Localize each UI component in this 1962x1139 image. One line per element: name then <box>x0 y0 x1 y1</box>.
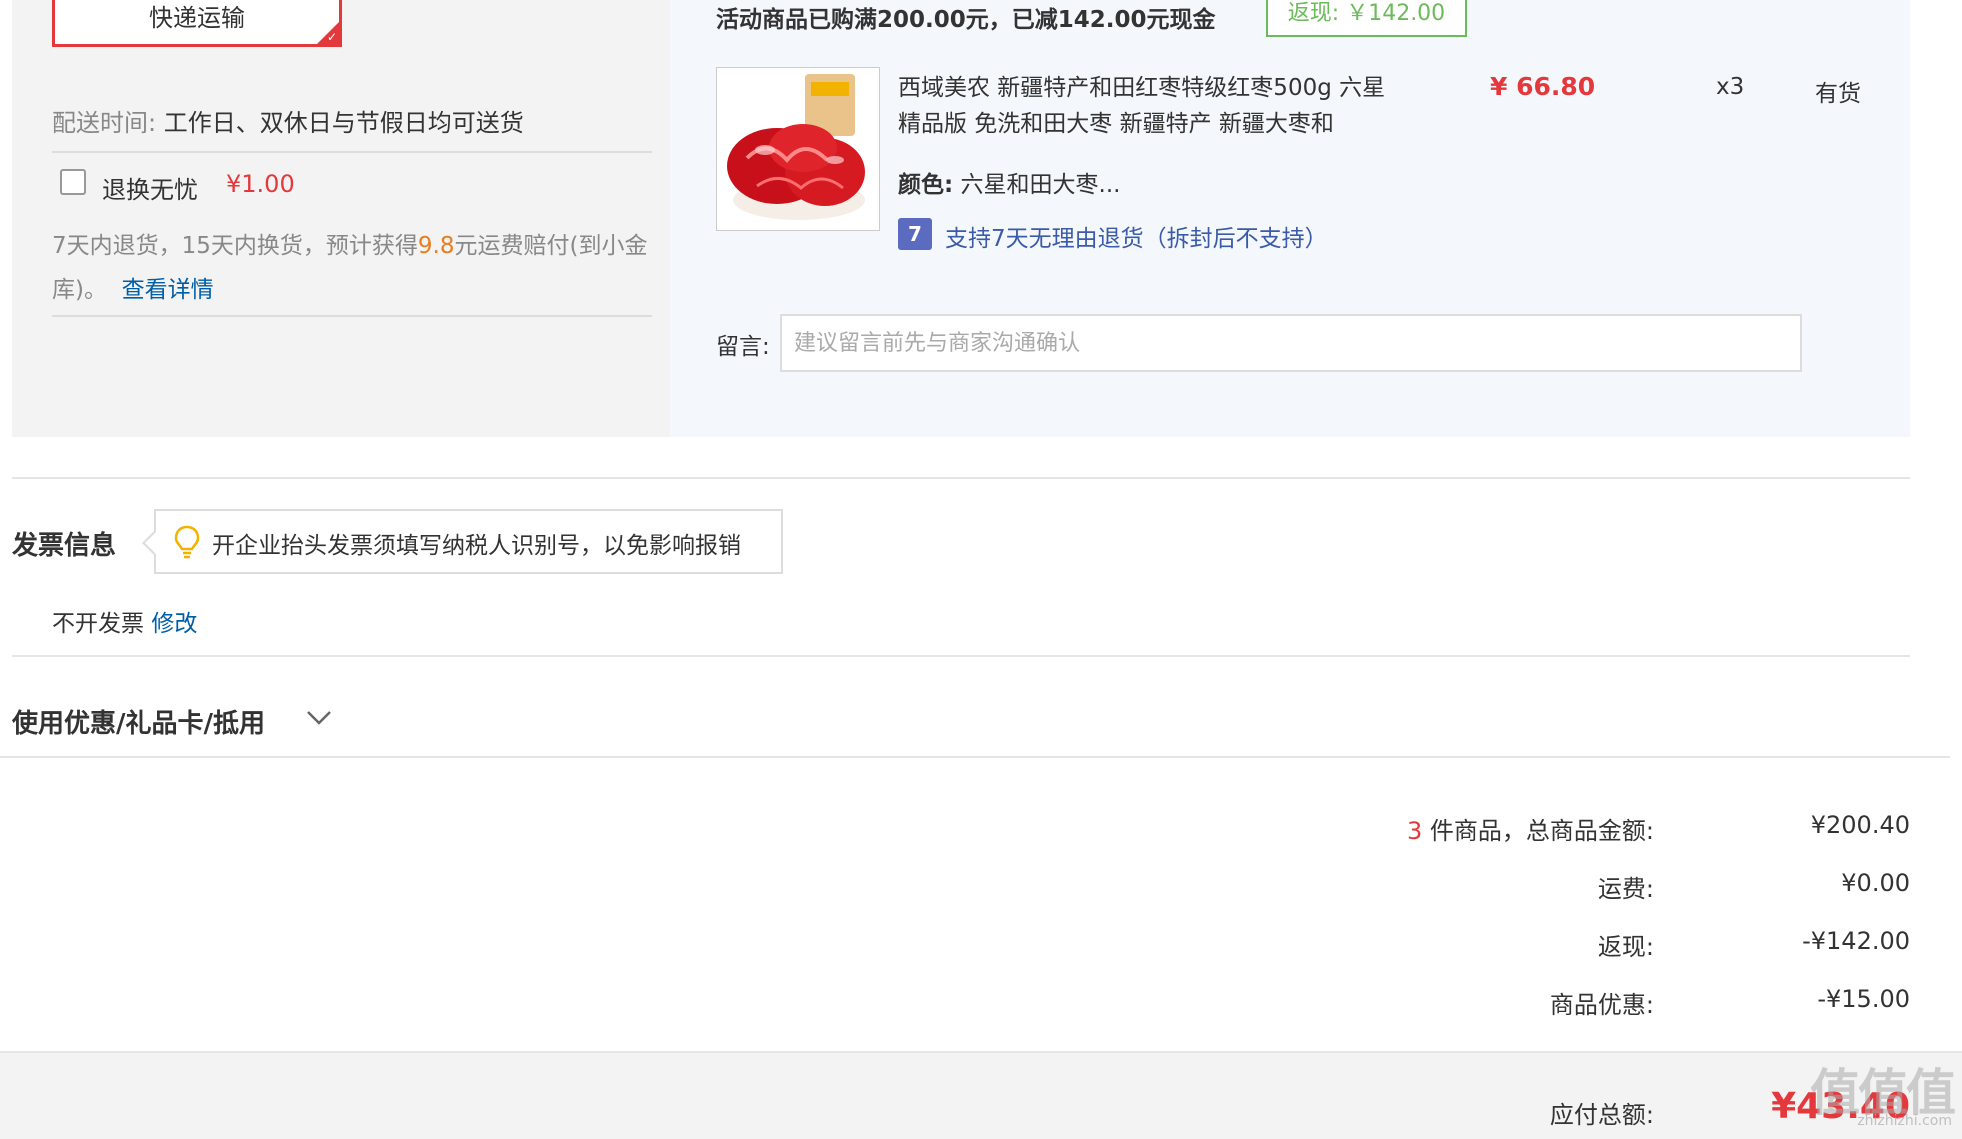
watermark-url: zhizhizhi.com <box>1857 1113 1952 1129</box>
product-color-label: 颜色: <box>898 172 954 198</box>
item-total-value: ¥200.40 <box>1810 811 1910 839</box>
promo-text: 活动商品已购满200.00元，已减142.00元现金 <box>716 7 1216 33</box>
section-divider <box>0 756 1950 758</box>
item-total-label-text: 件商品，总商品金额: <box>1422 817 1654 845</box>
invoice-value: 不开发票 修改 <box>52 604 197 638</box>
product-price: ¥ 66.80 <box>1490 72 1596 101</box>
delivery-time-label: 配送时间: <box>52 109 157 137</box>
divider <box>52 315 652 317</box>
invoice-title: 发票信息 <box>12 531 117 561</box>
item-count: 3 <box>1407 817 1423 845</box>
item-total-label: 3 件商品，总商品金额: <box>1407 811 1654 846</box>
invoice-tip: 开企业抬头发票须填写纳税人识别号，以免影响报销 <box>142 509 783 574</box>
coupon-section-toggle[interactable]: 使用优惠/礼品卡/抵用 <box>12 703 265 740</box>
message-label: 留言: <box>716 334 770 360</box>
cashback-label: 返现: <box>1597 933 1654 961</box>
divider <box>52 151 652 153</box>
chevron-down-icon[interactable] <box>304 706 334 730</box>
total-bar <box>0 1051 1962 1139</box>
invoice-tip-text: 开企业抬头发票须填写纳税人识别号，以免影响报销 <box>212 533 741 559</box>
discount-label: 商品优惠: <box>1549 991 1654 1019</box>
seven-day-return-text: 支持7天无理由退货（拆封后不支持） <box>945 226 1328 252</box>
shipping-fee-label: 运费: <box>1597 875 1654 903</box>
seven-day-return-icon: 7 <box>898 218 932 250</box>
return-worry-free-price: ¥1.00 <box>226 170 295 198</box>
product-color: 颜色: 六星和田大枣... <box>898 165 1120 199</box>
cashback-tag: 返现: ￥142.00 <box>1266 0 1467 37</box>
invoice-value-text: 不开发票 <box>52 611 144 637</box>
message-input[interactable] <box>780 314 1802 372</box>
shipping-panel <box>12 0 670 437</box>
cashback-value: -¥142.00 <box>1802 927 1910 955</box>
section-divider <box>12 655 1910 657</box>
red-dates-image <box>717 68 879 230</box>
check-icon: ✓ <box>326 30 337 44</box>
return-desc-prefix: 7天内退货，15天内换货，预计获得 <box>52 233 418 259</box>
return-worry-free-description: 7天内退货，15天内换货，预计获得9.8元运费赔付(到小金库)。 查看详情 <box>52 224 652 312</box>
return-desc-amount: 9.8 <box>417 233 455 259</box>
shipping-method-label: 快递运输 <box>149 4 245 32</box>
product-color-value: 六星和田大枣... <box>960 172 1121 198</box>
shipping-method-express[interactable]: 快递运输 ✓ <box>52 0 342 47</box>
product-stock-status: 有货 <box>1815 81 1861 107</box>
invoice-edit-link[interactable]: 修改 <box>151 611 197 637</box>
section-divider <box>12 477 1910 479</box>
product-title[interactable]: 西域美农 新疆特产和田红枣特级红枣500g 六星精品版 免洗和田大枣 新疆特产 … <box>898 70 1398 142</box>
delivery-time-value: 工作日、双休日与节假日均可送货 <box>163 109 524 137</box>
product-quantity: x3 <box>1716 74 1745 100</box>
product-image[interactable] <box>716 67 880 231</box>
tip-arrow-fill <box>145 531 157 555</box>
discount-value: -¥15.00 <box>1817 985 1910 1013</box>
return-worry-free-checkbox[interactable] <box>60 169 86 195</box>
lightbulb-icon <box>174 525 200 559</box>
delivery-time: 配送时间: 工作日、双休日与节假日均可送货 <box>52 103 524 138</box>
total-label: 应付总额: <box>1549 1101 1654 1129</box>
shipping-fee-value: ¥0.00 <box>1841 869 1910 897</box>
view-details-link[interactable]: 查看详情 <box>122 277 214 303</box>
return-worry-free-label: 退换无忧 <box>102 176 198 204</box>
